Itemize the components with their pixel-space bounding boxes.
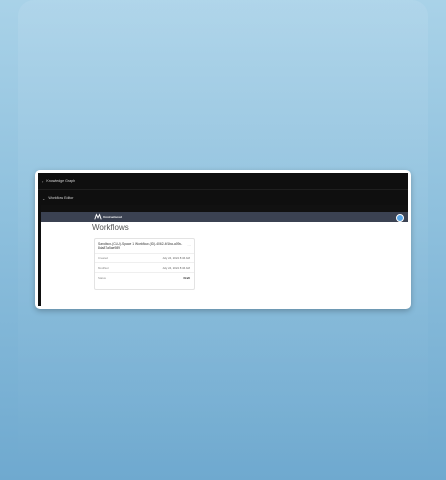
modified-row: Modified July 24, 2024 8:46 AM: [98, 266, 190, 270]
user-avatar-icon[interactable]: [396, 214, 404, 222]
more-options-icon[interactable]: ...: [187, 243, 191, 247]
brand-logo[interactable]: Unstructured: [94, 213, 122, 221]
chevron-right-icon: ›: [42, 178, 44, 184]
accordion-item-label: Workflow Editor: [48, 196, 74, 200]
status-row: Status Draft: [98, 276, 190, 280]
accordion-panel: › Knowledge Graph ⌄ Workflow Editor: [38, 173, 408, 205]
created-value: July 24, 2024 8:46 AM: [162, 256, 190, 260]
divider: [95, 253, 194, 254]
status-badge: Draft: [183, 276, 190, 280]
accordion-item-workflow-editor[interactable]: ⌄ Workflow Editor: [38, 189, 408, 206]
workflow-title: Sandbox-(CLU)-Space 1 Workflow-(ID)-4062…: [98, 242, 183, 251]
brand-name: Unstructured: [103, 215, 122, 219]
modified-value: July 24, 2024 8:46 AM: [162, 266, 190, 270]
workflow-card[interactable]: Sandbox-(CLU)-Space 1 Workflow-(ID)-4062…: [94, 238, 195, 290]
created-row: Created July 24, 2024 8:46 AM: [98, 256, 190, 260]
divider: [95, 262, 194, 263]
divider: [95, 272, 194, 273]
accordion-item-label: Knowledge Graph: [46, 179, 76, 183]
unstructured-logo-icon: [94, 213, 102, 220]
top-navbar: Unstructured: [41, 212, 408, 222]
accordion-item-knowledge-graph[interactable]: › Knowledge Graph: [38, 173, 408, 189]
page-title: Workflows: [92, 223, 129, 232]
main-content: Workflows Sandbox-(CLU)-Space 1 Workflow…: [41, 222, 408, 306]
app-top-strip: [41, 205, 408, 212]
modified-label: Modified: [98, 266, 109, 270]
status-label: Status: [98, 276, 106, 280]
created-label: Created: [98, 256, 108, 260]
chevron-down-icon: ⌄: [42, 195, 46, 201]
app-window: › Knowledge Graph ⌄ Workflow Editor Unst…: [35, 170, 411, 309]
